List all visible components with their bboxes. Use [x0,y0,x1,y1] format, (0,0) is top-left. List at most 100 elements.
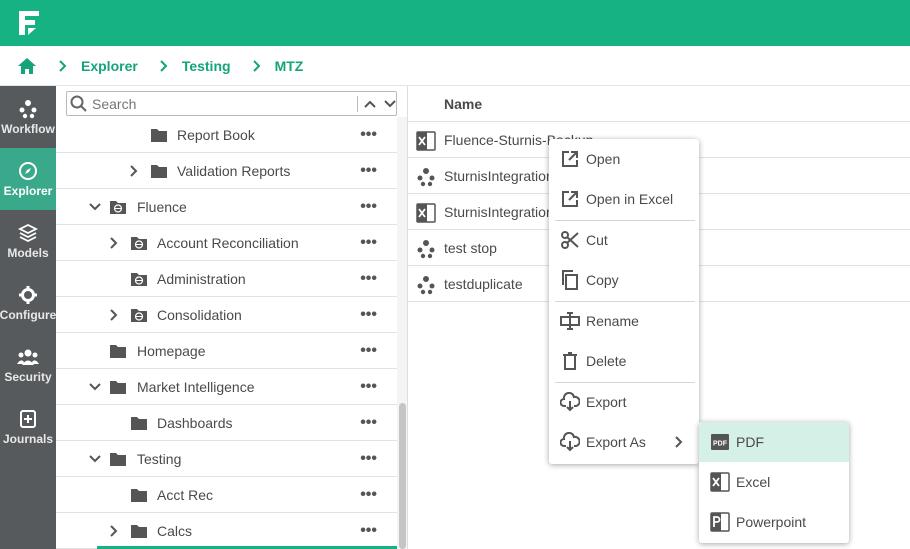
more-options-icon[interactable]: ••• [360,306,377,324]
users-icon [17,349,39,365]
workflow-icon [417,276,435,295]
layers-icon [18,223,38,242]
chevron-right-icon [160,59,168,72]
nav-item-explorer[interactable]: Explorer [0,148,56,210]
menu-item-label: Export [586,394,627,410]
tree-row-administration[interactable]: Administration ••• [56,261,397,297]
tree-row-label: Acct Rec [157,487,214,503]
breadcrumb-item-explorer[interactable]: Explorer [81,58,138,74]
left-nav: Workflow Explorer Models Configure Secur… [0,86,56,549]
chevron-right-icon[interactable] [110,525,118,537]
column-header-name[interactable]: Name [408,86,910,122]
tree-row-market-intelligence[interactable]: Market Intelligence ••• [56,369,397,405]
nav-item-workflow[interactable]: Workflow [0,86,56,148]
chevron-right-icon[interactable] [130,165,138,177]
tree-row-consolidation[interactable]: Consolidation ••• [56,297,397,333]
chevron-up-icon[interactable] [364,99,376,109]
breadcrumb-item-mtz[interactable]: MTZ [275,58,304,74]
workflow-icon [417,168,435,187]
top-bar [0,0,910,46]
workflow-icon [417,240,435,259]
more-options-icon[interactable]: ••• [360,450,377,468]
submenu-item-label: Powerpoint [736,514,807,530]
more-options-icon[interactable]: ••• [360,342,377,360]
tree-row-acct-rec[interactable]: Acct Rec ••• [56,477,397,513]
chevron-down-icon[interactable] [384,99,396,109]
folder-icon [151,165,167,178]
copy-icon [562,270,578,290]
chevron-right-icon[interactable] [110,237,118,249]
menu-item-export[interactable]: Export [549,382,699,422]
tree-row-label: Administration [157,271,246,287]
chevron-down-icon[interactable] [89,455,101,463]
powerpoint-icon [710,512,730,532]
tree-panel: Report Book ••• Validation Reports ••• F… [56,86,408,549]
open-external-icon [562,191,578,207]
pdf-icon: PDF [711,434,729,450]
scissors-icon [561,231,579,249]
menu-item-label: Cut [586,232,608,248]
menu-item-delete[interactable]: Delete [549,341,699,381]
tree-row-fluence[interactable]: Fluence ••• [56,189,397,225]
tree-row-label: Validation Reports [177,163,291,179]
nav-item-label: Configure [0,307,57,322]
list-item-name: SturnisIntegration [444,204,554,220]
menu-item-label: Delete [586,353,627,369]
tree-row-calcs[interactable]: Calcs ••• [56,513,397,549]
more-options-icon[interactable]: ••• [360,270,377,288]
tree-row-label: Homepage [137,343,206,359]
submenu-item-excel[interactable]: Excel [699,462,849,502]
tree-row-label: Dashboards [157,415,233,431]
tree-row-testing[interactable]: Testing ••• [56,441,397,477]
folder-icon [131,525,147,538]
tree-row-label: Report Book [177,127,255,143]
nav-item-models[interactable]: Models [0,210,56,272]
more-options-icon[interactable]: ••• [360,522,377,540]
menu-item-cut[interactable]: Cut [549,220,699,260]
menu-item-rename[interactable]: Rename [549,301,699,341]
more-options-icon[interactable]: ••• [360,234,377,252]
home-icon[interactable] [17,56,37,76]
context-menu: Open Open in Excel Cut Copy Rename Delet… [549,139,699,464]
more-options-icon[interactable]: ••• [360,126,377,144]
nav-item-label: Models [7,245,49,260]
nav-item-label: Security [4,369,52,384]
tree-row-dashboards[interactable]: Dashboards ••• [56,405,397,441]
nav-item-configure[interactable]: Configure [0,272,56,334]
app-logo-icon[interactable] [17,9,43,37]
chevron-right-icon[interactable] [110,309,118,321]
excel-icon [416,203,436,223]
trash-icon [563,352,577,370]
menu-item-open-in-excel[interactable]: Open in Excel [549,179,699,219]
tree-row-account-reconciliation[interactable]: Account Reconciliation ••• [56,225,397,261]
tree-list: Report Book ••• Validation Reports ••• F… [56,117,397,549]
tree-row-validation-reports[interactable]: Validation Reports ••• [56,153,397,189]
nav-item-label: Explorer [3,183,53,198]
more-options-icon[interactable]: ••• [360,162,377,180]
menu-item-open[interactable]: Open [549,139,699,179]
nav-item-security[interactable]: Security [0,334,56,396]
submenu-item-pdf[interactable]: PDF PDF [699,422,849,462]
chevron-right-icon [59,59,67,72]
search-input[interactable] [92,95,354,112]
tree-row-homepage[interactable]: Homepage ••• [56,333,397,369]
nav-item-journals[interactable]: Journals [0,396,56,458]
scrollbar-thumb[interactable] [399,403,406,549]
more-options-icon[interactable]: ••• [360,414,377,432]
submenu-item-powerpoint[interactable]: Powerpoint [699,502,849,542]
menu-item-copy[interactable]: Copy [549,260,699,300]
list-item-name: testduplicate [444,276,523,292]
tree-row-label: Account Reconciliation [157,235,299,251]
tree-row-report-book[interactable]: Report Book ••• [56,117,397,153]
more-options-icon[interactable]: ••• [360,486,377,504]
globe-folder-icon [110,201,126,214]
more-options-icon[interactable]: ••• [360,198,377,216]
tree-row-label: Fluence [137,199,187,215]
more-options-icon[interactable]: ••• [360,378,377,396]
folder-icon [151,129,167,142]
nav-item-label: Journals [2,431,53,446]
menu-item-export-as[interactable]: Export As [549,422,699,462]
chevron-down-icon[interactable] [89,383,101,391]
chevron-down-icon[interactable] [89,203,101,211]
breadcrumb-item-testing[interactable]: Testing [182,58,231,74]
